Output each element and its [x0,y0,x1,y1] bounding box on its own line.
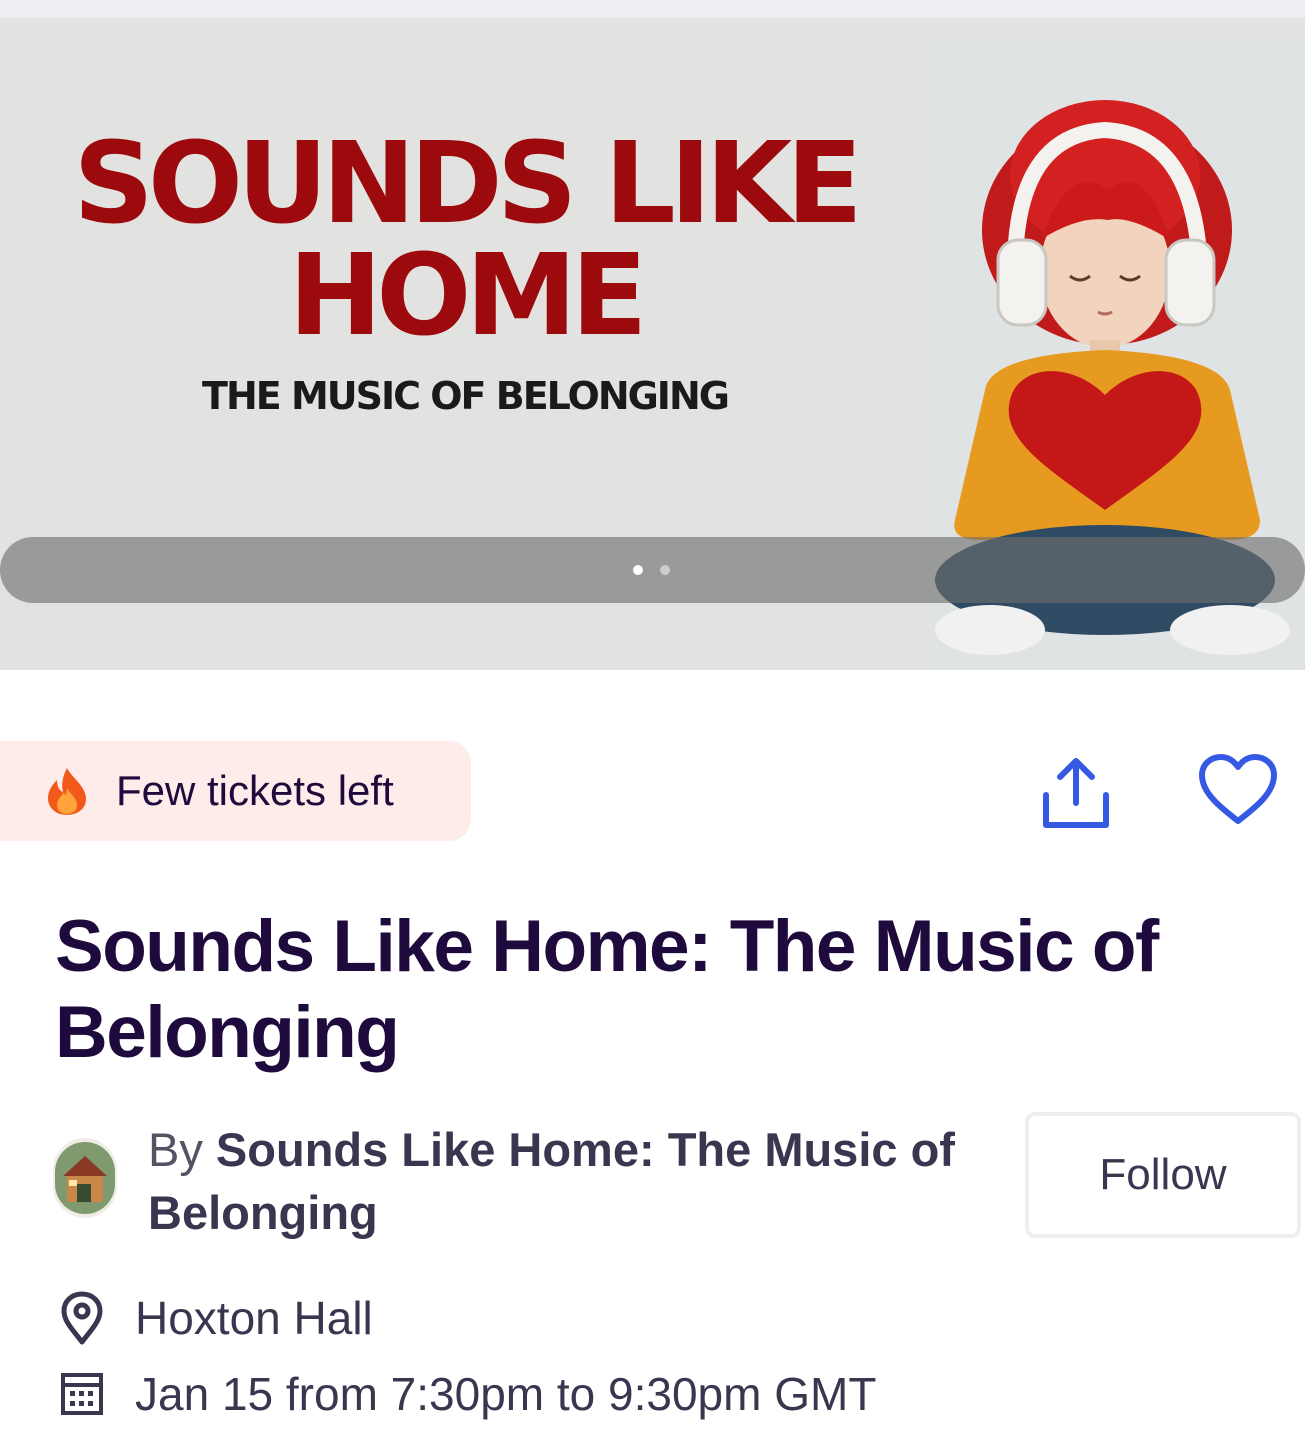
heart-icon [1199,754,1277,824]
banner-text: SOUNDS LIKE HOME THE MUSIC OF BELONGING [0,128,930,418]
like-button[interactable] [1196,750,1280,830]
calendar-icon [55,1372,109,1416]
carousel-dot-2[interactable] [660,565,670,575]
top-strip [0,0,1305,18]
organizer-avatar[interactable] [53,1138,117,1218]
organizer-name-link[interactable]: Sounds Like Home: The Music of Belonging [148,1123,955,1239]
few-tickets-badge: Few tickets left [0,741,471,841]
location-row: Hoxton Hall [55,1290,373,1346]
date-row: Jan 15 from 7:30pm to 9:30pm GMT [55,1366,876,1422]
carousel-dot-1[interactable] [633,565,643,575]
banner-subtitle: THE MUSIC OF BELONGING [202,374,730,418]
banner-title-line2: HOME [288,231,648,361]
location-text[interactable]: Hoxton Hall [135,1291,373,1345]
organizer-prefix: By [148,1123,203,1176]
share-icon [1043,758,1109,828]
event-banner-carousel[interactable]: SOUNDS LIKE HOME THE MUSIC OF BELONGING [0,18,1305,670]
carousel-indicator-bar [0,537,1305,603]
location-pin-icon [55,1291,109,1345]
organizer-line: By Sounds Like Home: The Music of Belong… [148,1118,998,1244]
follow-button[interactable]: Follow [1025,1112,1301,1238]
fire-icon [46,766,88,816]
few-tickets-label: Few tickets left [116,767,394,814]
banner-title-line1: SOUNDS LIKE [73,119,863,249]
event-title: Sounds Like Home: The Music of Belonging [55,906,1159,1073]
share-button[interactable] [1036,750,1116,834]
date-time-text: Jan 15 from 7:30pm to 9:30pm GMT [135,1368,877,1420]
